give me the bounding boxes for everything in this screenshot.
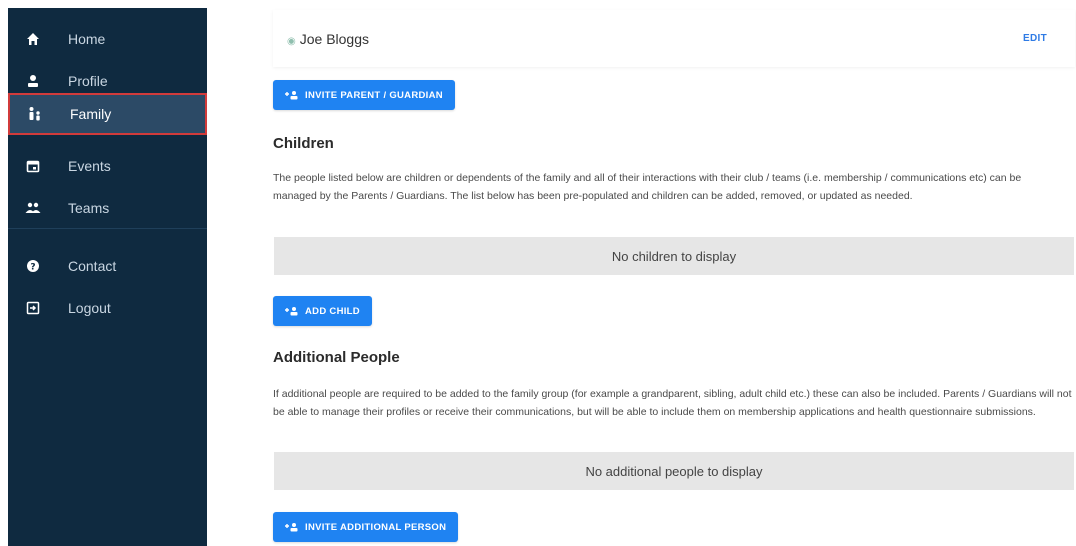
sidebar-item-label: Teams <box>68 200 110 216</box>
calendar-icon <box>24 157 42 175</box>
invite-parent-label: INVITE PARENT / GUARDIAN <box>305 89 443 101</box>
status-dot-icon: ◉ <box>287 36 296 47</box>
add-user-icon <box>285 522 299 532</box>
add-user-icon <box>285 90 299 100</box>
add-child-button[interactable]: ADD CHILD <box>273 296 372 326</box>
family-icon <box>26 105 44 123</box>
invite-parent-button[interactable]: INVITE PARENT / GUARDIAN <box>273 80 455 110</box>
home-icon <box>24 30 42 48</box>
children-empty-state: No children to display <box>274 237 1074 275</box>
children-description: The people listed below are children or … <box>273 172 1022 202</box>
sidebar-item-family[interactable]: Family <box>8 93 207 135</box>
logout-icon <box>24 299 42 317</box>
additional-people-description: If additional people are required to be … <box>273 388 1072 418</box>
additional-people-empty-state: No additional people to display <box>274 452 1074 490</box>
sidebar-item-label: Home <box>68 31 106 47</box>
main-content: ◉ Joe Bloggs EDIT INVITE PARENT / GUARDIA… <box>207 0 1076 546</box>
sidebar-item-label: Events <box>68 158 111 174</box>
member-name-text: Joe Bloggs <box>299 31 370 47</box>
group-icon <box>24 199 42 217</box>
sidebar-item-label: Logout <box>68 300 111 316</box>
children-heading: Children <box>273 135 334 152</box>
svg-text:?: ? <box>30 263 35 273</box>
sidebar-item-contact[interactable]: ? Contact <box>8 245 207 287</box>
sidebar-divider <box>8 228 207 229</box>
sidebar-item-logout[interactable]: Logout <box>8 287 207 329</box>
edit-link[interactable]: EDIT <box>1023 33 1047 44</box>
help-icon: ? <box>24 257 42 275</box>
sidebar-item-label: Profile <box>68 73 108 89</box>
invite-additional-person-button[interactable]: INVITE ADDITIONAL PERSON <box>273 512 459 542</box>
additional-people-heading: Additional People <box>273 349 400 366</box>
sidebar-item-home[interactable]: Home <box>8 18 207 60</box>
add-user-icon <box>285 306 299 316</box>
sidebar-item-events[interactable]: Events <box>8 145 207 187</box>
member-name: ◉ Joe Bloggs <box>287 31 369 47</box>
sidebar-item-label: Contact <box>68 258 117 274</box>
member-header: ◉ Joe Bloggs EDIT <box>273 10 1075 67</box>
invite-additional-person-label: INVITE ADDITIONAL PERSON <box>305 521 447 533</box>
user-icon <box>24 72 42 90</box>
add-child-label: ADD CHILD <box>305 305 360 317</box>
sidebar: Home Profile Family Events Teams ? Conta… <box>8 8 207 546</box>
sidebar-item-teams[interactable]: Teams <box>8 187 207 229</box>
sidebar-item-label: Family <box>70 106 112 122</box>
